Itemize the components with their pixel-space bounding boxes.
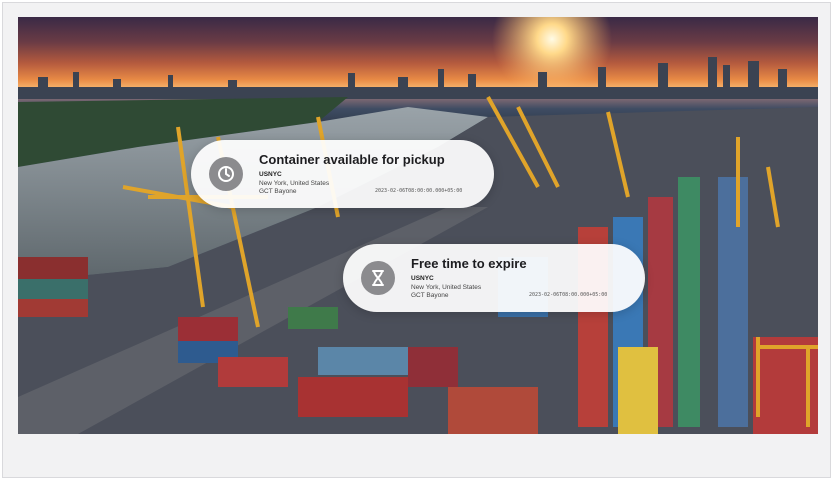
clock-icon [218,166,234,182]
hourglass-icon [372,270,384,286]
terminal-name: GCT Bayone [259,188,297,195]
card-title: Free time to expire [411,256,527,271]
pickup-notification-card[interactable]: Container available for pickup USNYC New… [191,140,494,208]
location-city: New York, United States [259,180,330,187]
hourglass-icon-badge [361,261,395,295]
free-time-card[interactable]: Free time to expire USNYC New York, Unit… [343,244,645,312]
port-hero-image: Container available for pickup USNYC New… [18,17,818,434]
location-code: USNYC [259,171,282,178]
terminal-name: GCT Bayone [411,292,449,299]
port-scene-illustration [18,17,818,434]
card-title: Container available for pickup [259,152,445,167]
event-timestamp: 2023-02-06T08:00:00.000+05:00 [375,188,463,194]
location-code: USNYC [411,275,434,282]
clock-icon-badge [209,157,243,191]
event-timestamp: 2023-02-06T08:00.000+05:00 [529,292,608,298]
location-city: New York, United States [411,284,482,291]
